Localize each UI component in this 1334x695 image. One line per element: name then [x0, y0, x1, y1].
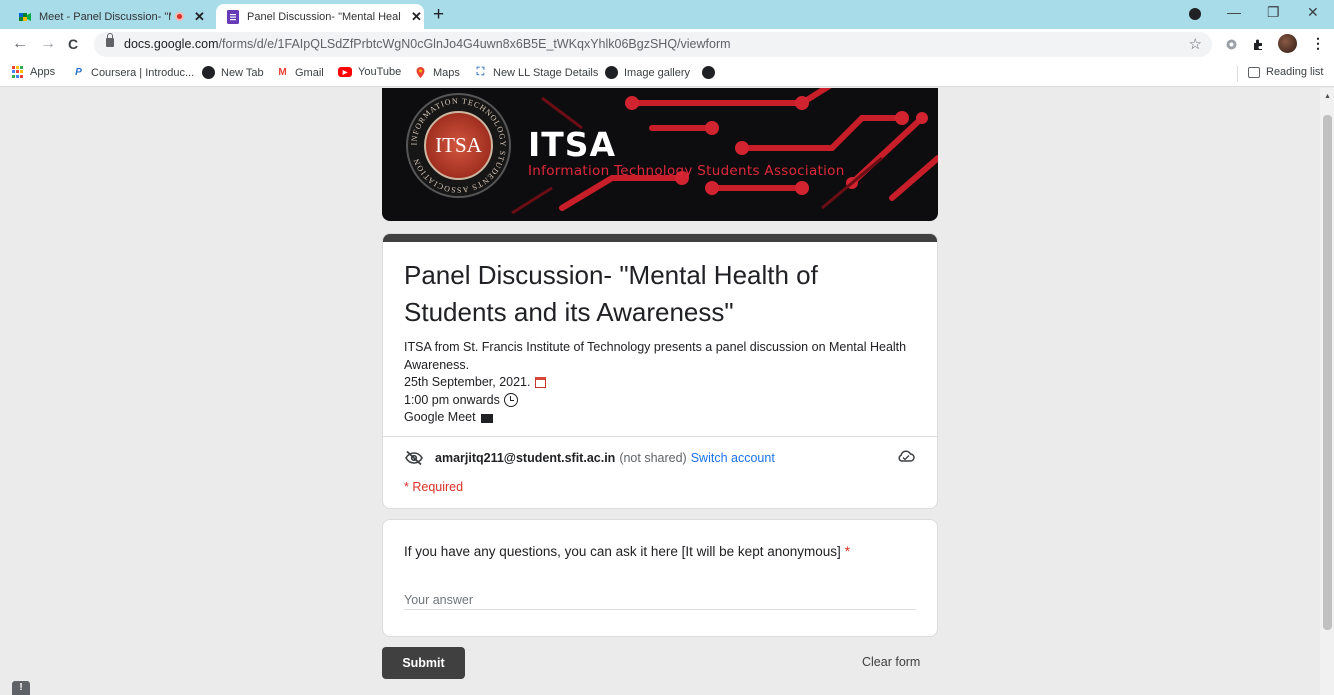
tab-title: Meet - Panel Discussion- "Me — [39, 10, 171, 23]
close-tab-icon[interactable]: ✕ — [194, 9, 205, 25]
event-time: 1:00 pm onwards — [404, 392, 500, 407]
event-platform: Google Meet — [404, 410, 476, 424]
extensions-icon[interactable] — [1252, 38, 1265, 51]
submit-button[interactable]: Submit — [382, 647, 465, 679]
banner-subtitle: Information Technology Students Associat… — [528, 163, 845, 179]
close-window-button[interactable]: ✕ — [1307, 4, 1319, 21]
bookmark-maps[interactable]: Maps — [414, 66, 460, 79]
question-text: If you have any questions, you can ask i… — [404, 544, 841, 559]
bookmark-image-gallery[interactable]: Image gallery — [605, 66, 690, 79]
banner-brand: ITSA — [528, 125, 617, 164]
coursera-icon: P — [75, 67, 82, 78]
bookmark-label: Image gallery — [624, 66, 691, 79]
scroll-up-arrow-icon[interactable]: ▲ — [1324, 93, 1331, 100]
bookmark-youtube[interactable]: ▶ YouTube — [338, 66, 401, 78]
minimize-button[interactable]: — — [1227, 4, 1241, 20]
bookmark-label: New Tab — [221, 66, 264, 79]
ext-puzzle-icon[interactable] — [1225, 38, 1238, 51]
reading-list-button[interactable]: Reading list — [1248, 66, 1323, 78]
youtube-icon: ▶ — [338, 67, 352, 77]
eye-off-icon — [405, 451, 423, 465]
question-card: If you have any questions, you can ask i… — [382, 519, 938, 637]
tab-strip: Meet - Panel Discussion- "Me ✕ Panel Dis… — [0, 0, 1334, 29]
browser-toolbar: ← → C docs.google.com/forms/d/e/1FAIpQLS… — [0, 29, 1334, 61]
ll-icon: ⛶ — [476, 66, 485, 78]
description-intro: ITSA from St. Francis Institute of Techn… — [404, 340, 907, 372]
seal-center-text: ITSA — [424, 111, 493, 180]
reading-list-label: Reading list — [1266, 66, 1324, 78]
back-button[interactable]: ← — [12, 35, 28, 53]
url-path: /forms/d/e/1FAIpQLSdZfPrbtcWgN0cGlnJo4G4… — [218, 37, 731, 51]
form-header-card: Panel Discussion- "Mental Health of Stud… — [382, 233, 938, 509]
header-divider — [383, 436, 937, 437]
question-label: If you have any questions, you can ask i… — [404, 544, 850, 559]
bookmark-coursera[interactable]: P Coursera | Introduc... — [72, 66, 194, 79]
url-text[interactable]: docs.google.com/forms/d/e/1FAIpQLSdZfPrb… — [124, 37, 731, 51]
bookmark-star-icon[interactable]: ☆ — [1189, 35, 1202, 53]
profile-avatar[interactable] — [1278, 34, 1297, 53]
google-forms-icon — [227, 9, 239, 24]
account-email: amarjitq211@student.sfit.ac.in — [435, 451, 616, 465]
bookmark-label: Apps — [30, 66, 56, 78]
description-date-line: 25th September, 2021. — [404, 374, 924, 392]
bookmarks-divider — [1237, 66, 1238, 82]
bookmark-ll-stage[interactable]: ⛶ New LL Stage Details — [474, 66, 599, 79]
required-note: * Required — [404, 480, 464, 494]
lock-icon[interactable] — [106, 33, 114, 47]
description-platform-line: Google Meet — [404, 409, 924, 427]
bookmark-globe[interactable] — [702, 66, 721, 79]
bookmark-label: Coursera | Introduc... — [91, 66, 195, 79]
restore-button[interactable]: ❐ — [1267, 4, 1280, 21]
new-tab-button[interactable]: + — [433, 4, 444, 26]
not-shared-note: (not shared) — [619, 451, 687, 465]
bookmarks-bar: Apps P Coursera | Introduc... New Tab M … — [0, 61, 1334, 87]
page-scrollbar[interactable]: ▲ — [1320, 88, 1334, 695]
google-meet-icon — [19, 12, 31, 21]
bookmark-label: Gmail — [295, 66, 324, 79]
account-row: amarjitq211@student.sfit.ac.in (not shar… — [404, 448, 924, 468]
tab-search-icon[interactable] — [1189, 8, 1201, 20]
reload-button[interactable]: C — [68, 36, 78, 52]
cloud-save-icon[interactable] — [897, 450, 915, 462]
tab-forms[interactable]: Panel Discussion- "Mental Health ✕ — [216, 4, 424, 29]
bookmark-apps[interactable]: Apps — [12, 66, 55, 78]
laptop-icon — [480, 414, 493, 424]
answer-input[interactable] — [404, 590, 916, 610]
tab-title: Panel Discussion- "Mental Health — [247, 10, 401, 23]
description-time-line: 1:00 pm onwards — [404, 392, 924, 410]
tab-meet[interactable]: Meet - Panel Discussion- "Me ✕ — [0, 4, 216, 29]
header-banner: INFORMATION TECHNOLOGY STUDENTS ASSOCIAT… — [382, 88, 938, 221]
theme-bar — [383, 234, 937, 242]
reading-list-icon — [1248, 66, 1260, 78]
required-asterisk: * — [844, 544, 851, 559]
gmail-icon: M — [278, 67, 287, 78]
bookmark-label: YouTube — [358, 66, 402, 78]
globe-icon — [202, 66, 215, 79]
globe-icon — [605, 66, 618, 79]
apps-grid-icon — [12, 66, 24, 78]
bookmark-new-tab[interactable]: New Tab — [202, 66, 264, 79]
bookmark-label: New LL Stage Details — [493, 66, 599, 79]
address-bar[interactable]: docs.google.com/forms/d/e/1FAIpQLSdZfPrb… — [94, 32, 1212, 57]
event-date: 25th September, 2021. — [404, 375, 531, 389]
forward-button[interactable]: → — [40, 35, 56, 53]
calendar-icon — [535, 377, 547, 389]
close-tab-icon[interactable]: ✕ — [411, 9, 422, 25]
url-host: docs.google.com — [124, 37, 219, 51]
bookmark-gmail[interactable]: M Gmail — [276, 66, 324, 79]
report-feedback-icon[interactable]: ! — [12, 681, 30, 695]
switch-account-link[interactable]: Switch account — [691, 451, 775, 465]
clear-form-button[interactable]: Clear form — [862, 655, 920, 669]
bookmark-label: Maps — [433, 66, 460, 79]
form-description: ITSA from St. Francis Institute of Techn… — [404, 339, 924, 427]
form-title: Panel Discussion- "Mental Health of Stud… — [404, 260, 818, 327]
recording-icon — [175, 12, 184, 21]
clock-icon — [503, 393, 518, 408]
maps-icon — [416, 67, 425, 78]
scroll-thumb[interactable] — [1323, 115, 1332, 630]
itsa-seal-logo: INFORMATION TECHNOLOGY STUDENTS ASSOCIAT… — [406, 93, 511, 198]
globe-icon — [702, 66, 715, 79]
chrome-menu-icon[interactable]: ⋮ — [1311, 35, 1325, 52]
